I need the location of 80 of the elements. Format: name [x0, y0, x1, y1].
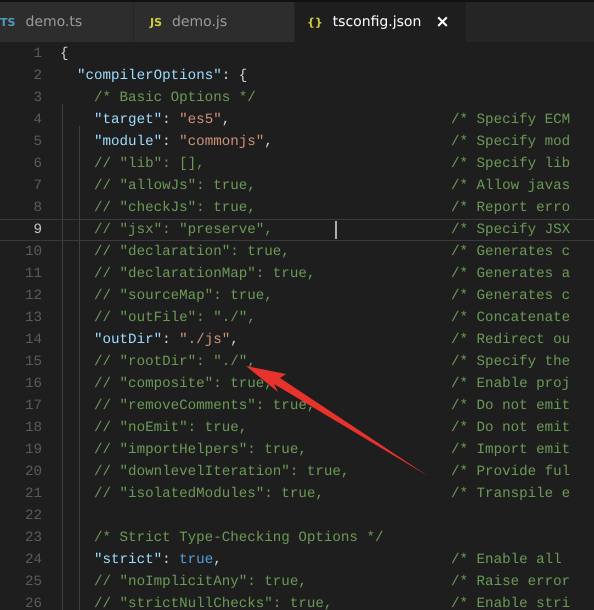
- line-number: 11: [24, 266, 42, 282]
- line-number: 19: [24, 442, 42, 458]
- line-number: 10: [24, 244, 42, 260]
- code-comment: /* Specify the: [451, 354, 572, 370]
- code-line: // "jsx": "preserve",: [93, 222, 273, 238]
- code-line: // "declaration": true,: [93, 244, 290, 260]
- editor-tab[interactable]: {} tsconfig.json ×: [295, 2, 467, 42]
- file-type-icon: JS: [150, 16, 162, 28]
- line-number: 22: [24, 508, 42, 524]
- code-line: // "checkJs": true,: [93, 200, 256, 216]
- code-comment: /* Report erro: [451, 200, 572, 216]
- code-line: // "composite": true,: [93, 376, 273, 392]
- code-comment: /* Provide ful: [451, 464, 572, 480]
- code-comment: /* Do not emit: [451, 420, 572, 436]
- code-comment: /* Allow javas: [451, 178, 572, 194]
- close-icon[interactable]: ×: [435, 12, 450, 32]
- code-line: // "removeComments": true,: [93, 398, 316, 414]
- code-comment: /* Specify mod: [451, 134, 572, 150]
- code-line: // "sourceMap": true,: [93, 288, 273, 304]
- line-number: 23: [24, 530, 42, 546]
- line-number: 14: [24, 332, 42, 348]
- code-comment: /* Enable stri: [451, 596, 572, 610]
- line-number: 25: [24, 574, 42, 590]
- code-comment: /* Specify lib: [451, 156, 572, 172]
- line-number: 24: [24, 552, 42, 568]
- line-number: 17: [24, 398, 42, 414]
- code-line: "outDir": "./js",: [93, 332, 239, 348]
- line-number: 15: [24, 354, 42, 370]
- line-number: 8: [32, 200, 42, 216]
- line-number: 1: [32, 46, 42, 62]
- code-line: // "downlevelIteration": true,: [93, 464, 350, 480]
- code-comment: /* Generates a: [451, 266, 572, 282]
- code-comment: /* Generates c: [451, 288, 572, 304]
- code-line: // "noImplicitAny": true,: [93, 574, 307, 590]
- code-line: "compilerOptions": {: [76, 68, 248, 84]
- code-line: // "isolatedModules": true,: [93, 486, 324, 502]
- code-comment: /* Concatenate: [451, 310, 572, 326]
- line-number: 7: [32, 178, 42, 194]
- code-comment: /* Enable all: [451, 552, 563, 568]
- code-line: // "strictNullChecks": true,: [93, 596, 332, 610]
- line-number: 21: [24, 486, 42, 502]
- code-comment: /* Import emit: [451, 442, 572, 458]
- line-number: 6: [32, 156, 42, 172]
- file-type-icon: TS: [0, 16, 16, 28]
- line-number: 12: [24, 288, 42, 304]
- line-number: 9: [32, 222, 42, 238]
- line-number: 4: [32, 112, 42, 128]
- code-comment: /* Redirect ou: [451, 332, 572, 348]
- code-comment: /* Transpile e: [451, 486, 572, 502]
- code-line: // "noEmit": true,: [93, 420, 248, 436]
- text-cursor: [335, 221, 337, 239]
- line-number: 2: [32, 68, 42, 84]
- code-line: // "outFile": "./",: [93, 310, 256, 326]
- code-comment: /* Enable proj: [451, 376, 572, 392]
- code-comment: /* Specify ECM: [451, 112, 572, 128]
- code-line: "module": "commonjs",: [93, 134, 273, 150]
- code-line: // "allowJs": true,: [93, 178, 256, 194]
- code-comment: /* Generates c: [451, 244, 572, 260]
- line-number: 16: [24, 376, 42, 392]
- code-comment: /* Do not emit: [451, 398, 572, 414]
- code-line: /* Basic Options */: [93, 90, 256, 106]
- line-number: 3: [32, 90, 42, 106]
- file-type-icon: {}: [307, 16, 323, 28]
- line-number: 26: [24, 596, 42, 610]
- code-line: // "declarationMap": true,: [93, 266, 316, 282]
- editor-tab[interactable]: TS demo.ts: [0, 2, 134, 42]
- code-line: // "importHelpers": true,: [93, 442, 307, 458]
- code-comment: /* Specify JSX: [451, 222, 572, 238]
- line-number: 18: [24, 420, 42, 436]
- line-number: 20: [24, 464, 42, 480]
- code-comment: /* Raise error: [451, 574, 572, 590]
- editor-tab[interactable]: JS demo.js: [134, 2, 295, 42]
- line-number: 5: [32, 134, 42, 150]
- code-line: /* Strict Type-Checking Options */: [93, 530, 384, 546]
- line-number: 13: [24, 310, 42, 326]
- code-line: // "lib": [],: [93, 156, 205, 172]
- code-line: "strict": true,: [93, 552, 222, 568]
- code-line: "target": "es5",: [93, 112, 230, 128]
- code-line: {: [60, 46, 69, 62]
- code-line: // "rootDir": "./",: [93, 354, 256, 370]
